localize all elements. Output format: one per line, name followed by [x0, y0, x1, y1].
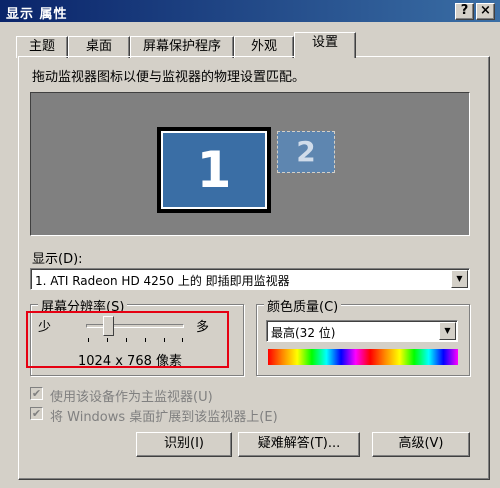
window-title: 显示 属性 [6, 7, 68, 22]
monitor-1-icon[interactable]: 1 [157, 127, 271, 213]
color-quality-value: 最高(32 位) [271, 326, 336, 340]
tab-appearance[interactable]: 外观 [234, 36, 294, 58]
primary-monitor-label: 使用该设备作为主监视器(U) [50, 390, 213, 405]
display-label: 显示(D): [32, 252, 83, 267]
color-quality-title: 颜色质量(C) [264, 296, 342, 315]
instruction-text: 拖动监视器图标以便与监视器的物理设置匹配。 [32, 70, 306, 85]
primary-monitor-checkbox: ✔ [30, 387, 43, 400]
help-button[interactable]: ? [455, 3, 474, 20]
monitor-1-number: 1 [161, 131, 267, 209]
tab-screensaver[interactable]: 屏幕保护程序 [130, 36, 234, 58]
title-bar: 显示 属性 ? × [0, 0, 500, 22]
color-spectrum-bar [268, 349, 458, 365]
monitor-2-icon[interactable]: 2 [277, 131, 335, 173]
chevron-down-icon[interactable]: ▼ [451, 270, 468, 288]
display-select-value: 1. ATI Radeon HD 4250 上的 即插即用监视器 [35, 274, 290, 288]
tab-theme[interactable]: 主题 [16, 36, 68, 58]
tab-desktop[interactable]: 桌面 [68, 36, 130, 58]
highlight-box [26, 311, 229, 368]
close-button[interactable]: × [476, 3, 495, 20]
chevron-down-icon[interactable]: ▼ [439, 322, 456, 340]
color-quality-select[interactable]: 最高(32 位) ▼ [266, 320, 458, 342]
identify-button[interactable]: 识别(I) [136, 432, 232, 457]
extend-desktop-checkbox: ✔ [30, 407, 43, 420]
display-select[interactable]: 1. ATI Radeon HD 4250 上的 即插即用监视器 ▼ [30, 268, 470, 290]
advanced-button[interactable]: 高级(V) [372, 432, 470, 457]
extend-desktop-label: 将 Windows 桌面扩展到该监视器上(E) [50, 410, 278, 425]
troubleshoot-button[interactable]: 疑难解答(T)... [238, 432, 360, 457]
tab-settings[interactable]: 设置 [294, 32, 356, 58]
